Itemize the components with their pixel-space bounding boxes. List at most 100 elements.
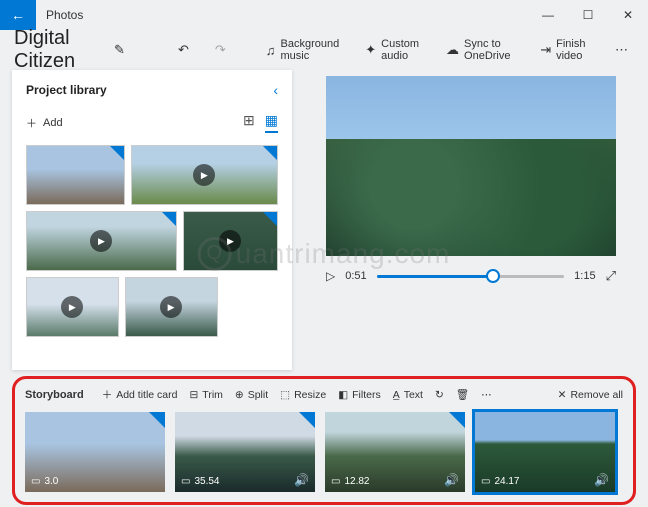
seek-thumb[interactable]: [486, 269, 500, 283]
total-time: 1:15: [574, 270, 595, 282]
rotate-button[interactable]: ↻: [435, 389, 444, 401]
filters-button[interactable]: ◧Filters: [338, 389, 381, 401]
library-item[interactable]: ▶: [131, 145, 278, 205]
storyboard-clip[interactable]: ▭ 12.82 🔊: [325, 412, 465, 492]
trim-icon: ⊟: [189, 389, 198, 401]
export-icon: ⇥: [540, 42, 551, 58]
used-indicator-icon: [149, 412, 165, 428]
library-item[interactable]: ▶: [183, 211, 278, 271]
back-button[interactable]: ←: [0, 0, 36, 30]
used-indicator-icon: [110, 146, 124, 160]
storyboard-title: Storyboard: [25, 389, 84, 401]
more-icon: ⋯: [481, 389, 492, 401]
project-name: Digital Citizen: [14, 27, 94, 73]
storyboard-toolbar: Storyboard ＋Add title card ⊟Trim ⊕Split …: [25, 387, 623, 402]
redo-icon: ↷: [215, 42, 226, 58]
maximize-button[interactable]: ☐: [568, 0, 608, 30]
video-icon: ▭: [481, 476, 490, 487]
app-title: Photos: [36, 8, 528, 22]
trim-button[interactable]: ⊟Trim: [189, 389, 222, 401]
used-indicator-icon: [449, 412, 465, 428]
library-thumbnails: ▶ ▶ ▶ ▶ ▶: [26, 145, 278, 337]
collapse-library-button[interactable]: ‹: [273, 82, 278, 98]
plus-icon: ＋: [102, 387, 113, 402]
library-title: Project library: [26, 83, 107, 97]
filters-icon: ◧: [338, 389, 348, 401]
grid-large-button[interactable]: ⊞: [243, 112, 255, 133]
preview-pane: ▷ 0:51 1:15 ⤢: [306, 70, 636, 370]
text-button[interactable]: A̲Text: [393, 389, 423, 401]
video-icon: ▭: [181, 476, 190, 487]
storyboard-clips: ▭ 3.0 ▭ 35.54 🔊 ▭ 12.82 🔊 ▭ 24.17 🔊: [25, 412, 623, 492]
storyboard-clip[interactable]: ▭ 3.0: [25, 412, 165, 492]
rename-button[interactable]: ✎: [108, 38, 131, 62]
used-indicator-icon: [263, 146, 277, 160]
play-icon: ▶: [219, 230, 241, 252]
current-time: 0:51: [345, 270, 366, 282]
main-toolbar: Digital Citizen ✎ ↶ ↷ ♫Background music …: [0, 30, 648, 70]
play-icon: ▶: [193, 164, 215, 186]
storyboard-clip[interactable]: ▭ 24.17 🔊: [475, 412, 615, 492]
bg-music-button[interactable]: ♫Background music: [260, 34, 345, 66]
library-item[interactable]: ▶: [26, 277, 119, 337]
used-indicator-icon: [299, 412, 315, 428]
delete-button[interactable]: 🗑: [456, 388, 469, 401]
project-library: Project library ‹ ＋Add ⊞ ▦ ▶ ▶ ▶ ▶ ▶: [12, 70, 292, 370]
rotate-icon: ↻: [435, 389, 444, 401]
titlebar: ← Photos — ☐ ✕: [0, 0, 648, 30]
clip-duration: 24.17: [494, 476, 519, 487]
video-icon: ▭: [331, 476, 340, 487]
add-media-button[interactable]: ＋Add: [26, 115, 63, 131]
library-item[interactable]: ▶: [125, 277, 218, 337]
add-title-card-button[interactable]: ＋Add title card: [102, 387, 178, 402]
grid-small-button[interactable]: ▦: [265, 112, 278, 133]
close-icon: ✕: [558, 389, 567, 401]
play-icon: ▶: [61, 296, 83, 318]
split-icon: ⊕: [235, 389, 244, 401]
image-icon: ▭: [31, 476, 40, 487]
play-icon: ▶: [160, 296, 182, 318]
main-area: Project library ‹ ＋Add ⊞ ▦ ▶ ▶ ▶ ▶ ▶: [0, 70, 648, 370]
trash-icon: 🗑: [456, 388, 469, 401]
clip-duration: 35.54: [194, 476, 219, 487]
video-preview[interactable]: [326, 76, 616, 256]
clip-duration: 3.0: [44, 476, 58, 487]
audio-icon: 🔊: [444, 473, 459, 487]
remove-all-button[interactable]: ✕Remove all: [558, 389, 623, 401]
seek-fill: [377, 275, 493, 278]
custom-audio-button[interactable]: ✦Custom audio: [359, 34, 426, 66]
text-icon: A̲: [393, 389, 400, 401]
cloud-icon: ☁: [446, 42, 459, 58]
clip-duration: 12.82: [344, 476, 369, 487]
audio-icon: 🔊: [594, 473, 609, 487]
audio-icon: 🔊: [294, 473, 309, 487]
split-button[interactable]: ⊕Split: [235, 389, 268, 401]
plus-icon: ＋: [26, 115, 37, 131]
playback-controls: ▷ 0:51 1:15 ⤢: [326, 268, 616, 284]
resize-icon: ⬚: [280, 389, 290, 401]
used-indicator-icon: [162, 212, 176, 226]
redo-button[interactable]: ↷: [209, 38, 232, 62]
finish-button[interactable]: ⇥Finish video: [534, 34, 595, 66]
audio-icon: ✦: [365, 42, 376, 58]
clip-more-button[interactable]: ⋯: [481, 389, 492, 401]
music-icon: ♫: [266, 43, 276, 58]
storyboard-panel: Storyboard ＋Add title card ⊟Trim ⊕Split …: [12, 376, 636, 505]
close-button[interactable]: ✕: [608, 0, 648, 30]
used-indicator-icon: [263, 212, 277, 226]
pencil-icon: ✎: [114, 42, 125, 58]
minimize-button[interactable]: —: [528, 0, 568, 30]
resize-button[interactable]: ⬚Resize: [280, 389, 326, 401]
storyboard-clip[interactable]: ▭ 35.54 🔊: [175, 412, 315, 492]
seek-slider[interactable]: [377, 275, 565, 278]
undo-button[interactable]: ↶: [172, 38, 195, 62]
more-button[interactable]: ⋯: [609, 38, 634, 62]
more-icon: ⋯: [615, 42, 628, 58]
fullscreen-button[interactable]: ⤢: [606, 268, 616, 284]
library-item[interactable]: [26, 145, 125, 205]
library-item[interactable]: ▶: [26, 211, 177, 271]
undo-icon: ↶: [178, 42, 189, 58]
sync-button[interactable]: ☁Sync to OneDrive: [440, 34, 520, 66]
play-button[interactable]: ▷: [326, 269, 335, 283]
window-controls: — ☐ ✕: [528, 0, 648, 30]
